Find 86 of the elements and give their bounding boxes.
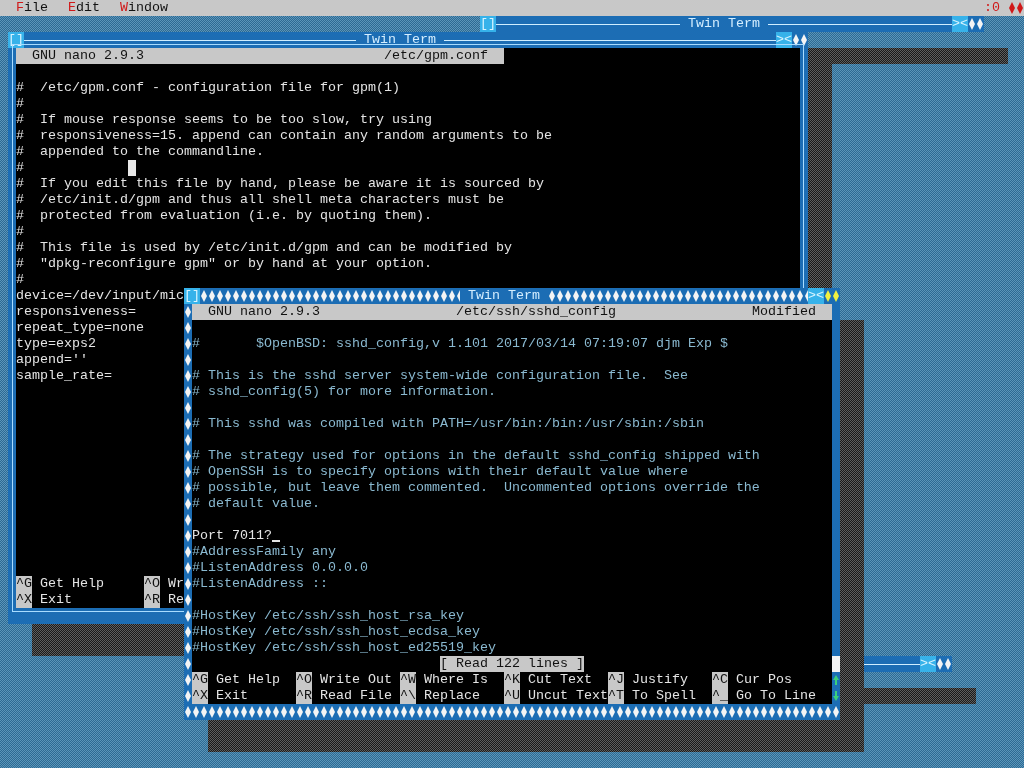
- shortcut-label: Cut Text: [528, 672, 592, 688]
- shortcut-key[interactable]: ^X: [192, 688, 208, 704]
- shortcut-label: Justify: [632, 672, 688, 688]
- shortcut-key[interactable]: ^U: [504, 688, 520, 704]
- diamonds-icon: [824, 288, 840, 304]
- shortcut-key[interactable]: ^_: [712, 688, 728, 704]
- text-line: # /etc/gpm.conf - configuration file for gpm(1): [16, 80, 400, 96]
- mouse-cursor: [128, 160, 136, 176]
- text-line: #HostKey /etc/ssh/ssh_host_ecdsa_key: [192, 624, 480, 640]
- text-line: type=exps2: [16, 336, 96, 352]
- shortcut-label: Cur Pos: [736, 672, 792, 688]
- text-line: Port 7011?: [192, 528, 272, 544]
- text-line: # /etc/init.d/gpm and thus all shell meta characters must be: [16, 192, 504, 208]
- text-line: #: [16, 96, 24, 112]
- text-line: #: [16, 224, 24, 240]
- shortcut-label: Write Out: [320, 672, 392, 688]
- shortcut-label: Get Help: [40, 576, 104, 592]
- text-line: # This sshd was compiled with PATH=/usr/bin:/bin:/usr/sbin:/sbin: [192, 416, 704, 432]
- shortcut-key[interactable]: ^K: [504, 672, 520, 688]
- shortcut-label: Exit: [216, 688, 248, 704]
- diamonds-icon: [936, 656, 952, 672]
- text-line: #AddressFamily any: [192, 544, 336, 560]
- text-line: # This file is used by /etc/init.d/gpm and can be modified by: [16, 240, 512, 256]
- text-line: # possible, but leave them commented. Uncommented options override the: [192, 480, 760, 496]
- shortcut-key[interactable]: ^O: [144, 576, 160, 592]
- shortcut-key[interactable]: ^G: [192, 672, 208, 688]
- diamonds-icon: [1008, 0, 1024, 16]
- shortcut-key[interactable]: ^R: [296, 688, 312, 704]
- menu-item[interactable]: Edit: [68, 0, 100, 16]
- text-line: # appended to the commandline.: [16, 144, 264, 160]
- shortcut-key[interactable]: ^T: [608, 688, 624, 704]
- shortcut-key[interactable]: ^X: [16, 592, 32, 608]
- display-indicator: :0: [984, 0, 1000, 16]
- menu-item[interactable]: Window: [120, 0, 168, 16]
- window-title: Twin Term: [363, 32, 437, 48]
- shortcut-label: Replace: [424, 688, 480, 704]
- window-title: Twin Term: [687, 16, 761, 32]
- text-line: # This is the sshd server system-wide configuration file. See: [192, 368, 688, 384]
- text-line: # If you edit this file by hand, please be aware it is sourced by: [16, 176, 544, 192]
- text-line: #HostKey /etc/ssh/ssh_host_rsa_key: [192, 608, 464, 624]
- text-line: responsiveness=: [16, 304, 136, 320]
- text-line: #: [16, 272, 24, 288]
- shortcut-label: Go To Line: [736, 688, 816, 704]
- text-line: # "dpkg-reconfigure gpm" or by hand at your option.: [16, 256, 432, 272]
- text-line: # sshd_config(5) for more information.: [192, 384, 496, 400]
- shortcut-label: Read File: [320, 688, 392, 704]
- editor-version: GNU nano 2.9.3: [32, 48, 144, 64]
- text-line: append='': [16, 352, 88, 368]
- text-line: #: [16, 160, 24, 176]
- shortcut-label: Exit: [40, 592, 72, 608]
- text-line: # The strategy used for options in the default sshd_config shipped with: [192, 448, 760, 464]
- text-line: #ListenAddress ::: [192, 576, 328, 592]
- editor-version: GNU nano 2.9.3: [208, 304, 320, 320]
- text-line: #HostKey /etc/ssh/ssh_host_ed25519_key: [192, 640, 496, 656]
- shortcut-key[interactable]: ^\: [400, 688, 416, 704]
- shortcut-label: Re: [168, 592, 184, 608]
- shortcut-key[interactable]: ^C: [712, 672, 728, 688]
- text-line: # $OpenBSD: sshd_config,v 1.101 2017/03/14 07:19:07 djm Exp $: [192, 336, 728, 352]
- modified-label: Modified: [752, 304, 816, 320]
- text-line: # If mouse response seems to be too slow, try using: [16, 112, 432, 128]
- text-line: repeat_type=none: [16, 320, 144, 336]
- text-line: #ListenAddress 0.0.0.0: [192, 560, 368, 576]
- text-line: device=/dev/input/mic: [16, 288, 184, 304]
- text-line: # protected from evaluation (i.e. by quoting them).: [16, 208, 432, 224]
- shortcut-key[interactable]: ^G: [16, 576, 32, 592]
- shortcut-key[interactable]: ^O: [296, 672, 312, 688]
- shortcut-label: Uncut Text: [528, 688, 608, 704]
- file-name: /etc/gpm.conf: [384, 48, 488, 64]
- diamonds-icon: [968, 16, 984, 32]
- menu-item[interactable]: File: [16, 0, 48, 16]
- diamonds-icon: [792, 32, 808, 48]
- scroll-thumb[interactable]: [832, 656, 840, 672]
- shortcut-key[interactable]: ^W: [400, 672, 416, 688]
- text-line: # default value.: [192, 496, 320, 512]
- shortcut-label: To Spell: [632, 688, 696, 704]
- shortcut-label: Wr: [168, 576, 184, 592]
- status-message: [ Read 122 lines ]: [440, 656, 584, 672]
- window-title: Twin Term: [467, 288, 541, 304]
- file-name: /etc/ssh/sshd_config: [456, 304, 616, 320]
- text-line: # responsiveness=15. append can contain any random arguments to be: [16, 128, 552, 144]
- shortcut-key[interactable]: ^R: [144, 592, 160, 608]
- shortcut-label: Where Is: [424, 672, 488, 688]
- shortcut-key[interactable]: ^J: [608, 672, 624, 688]
- shortcut-label: Get Help: [216, 672, 280, 688]
- text-line: sample_rate=: [16, 368, 112, 384]
- text-line: # OpenSSH is to specify options with their default value where: [192, 464, 688, 480]
